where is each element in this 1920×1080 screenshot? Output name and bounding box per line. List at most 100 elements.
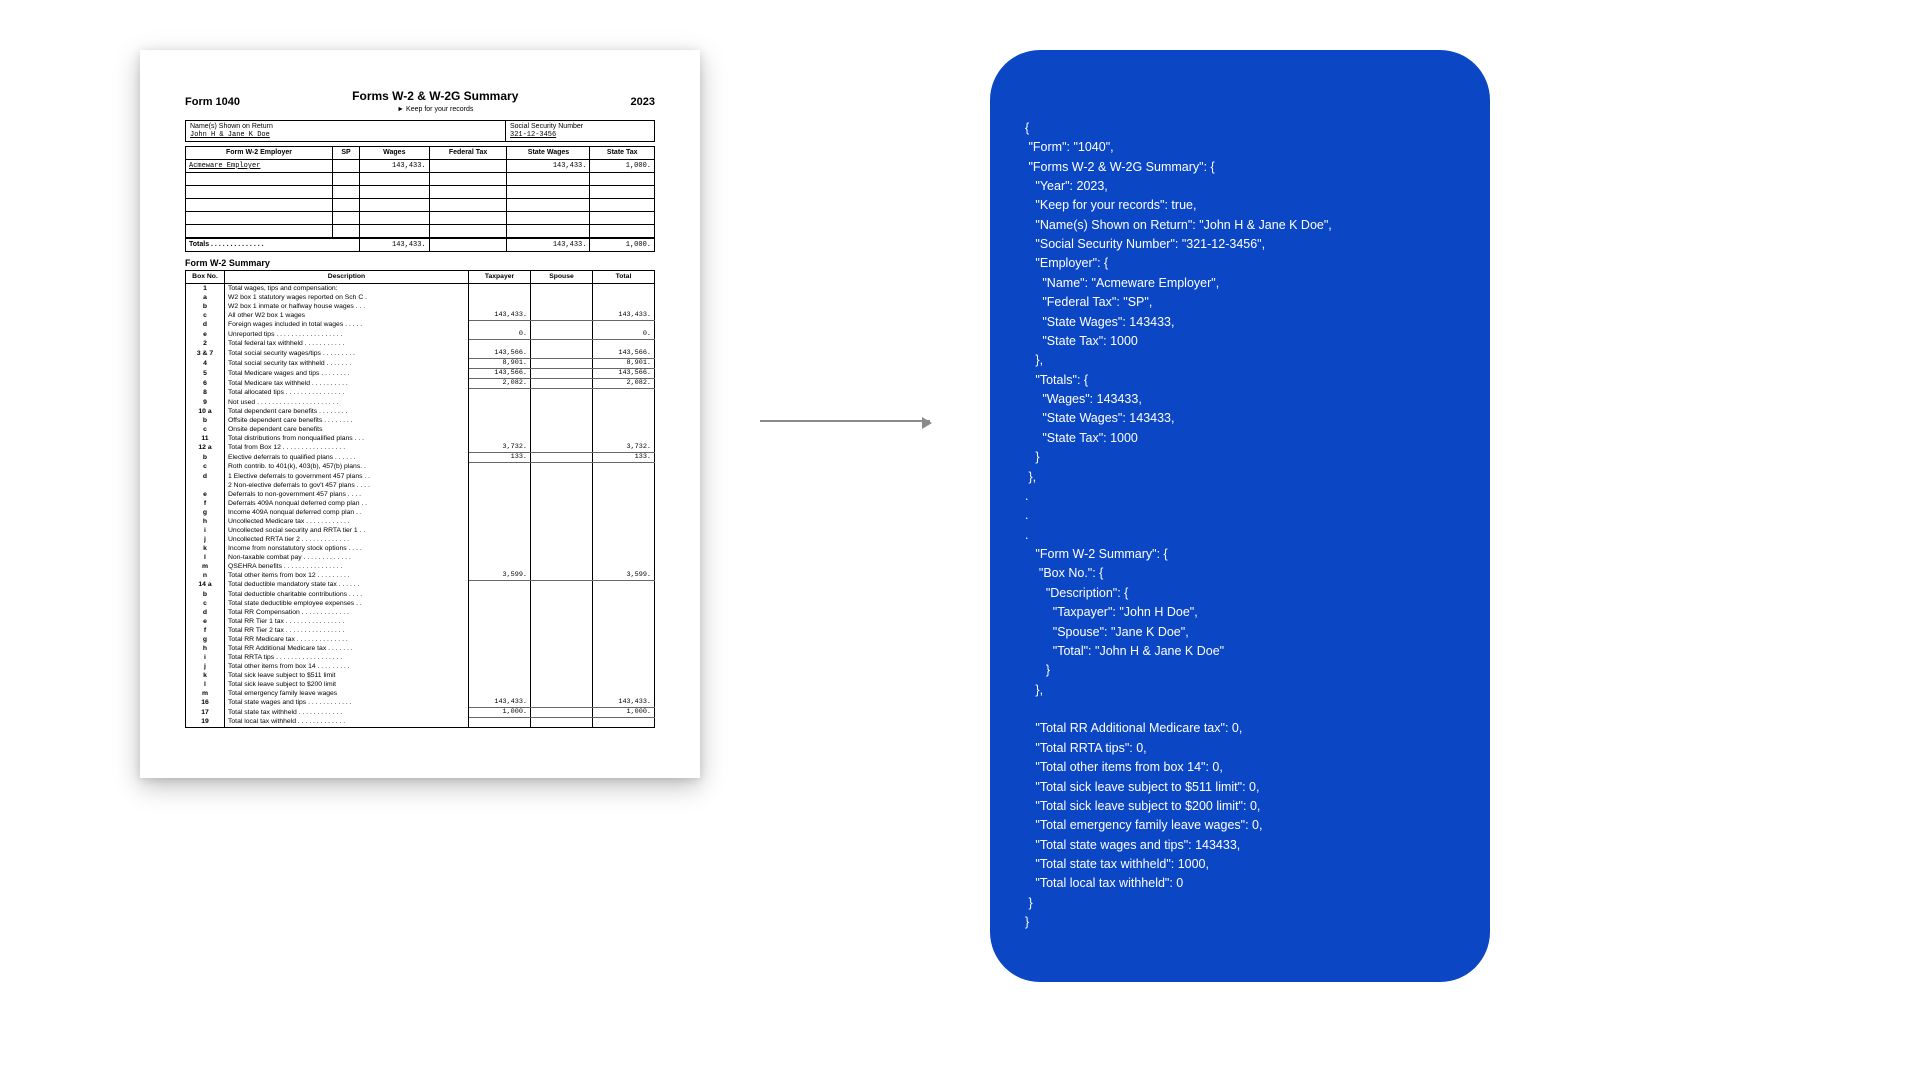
- table-row: nTotal other items from box 12 . . . . .…: [186, 571, 655, 581]
- cell-boxno: d: [186, 608, 225, 617]
- cell-spouse: [531, 608, 593, 617]
- cell-total: [593, 398, 655, 407]
- cell-total: [593, 581, 655, 591]
- cell-desc: Total social security tax withheld . . .…: [225, 359, 469, 369]
- cell-boxno: j: [186, 535, 225, 544]
- tot-fed: [429, 238, 507, 252]
- cell-spouse: [531, 293, 593, 302]
- cell-sp: [333, 159, 360, 172]
- form-document: Form 1040 Forms W-2 & W-2G Summary ► Kee…: [140, 50, 700, 778]
- cell-desc: Deferrals 409A nonqual deferred comp pla…: [225, 499, 469, 508]
- tot-sw: 143,433.: [507, 238, 590, 252]
- cell-desc: Total allocated tips . . . . . . . . . .…: [225, 389, 469, 399]
- cell-desc: QSEHRA benefits . . . . . . . . . . . . …: [225, 562, 469, 571]
- cell-desc: Unreported tips . . . . . . . . . . . . …: [225, 330, 469, 340]
- cell-spouse: [531, 653, 593, 662]
- cell-taxpayer: [469, 499, 531, 508]
- cell-taxpayer: [469, 653, 531, 662]
- cell-boxno: 14 a: [186, 581, 225, 591]
- cell-spouse: [531, 340, 593, 350]
- col-sp: SP: [333, 146, 360, 159]
- cell-total: 143,566.: [593, 349, 655, 359]
- cell-desc: Total sick leave subject to $511 limit: [225, 671, 469, 680]
- cell-taxpayer: 8,901.: [469, 359, 531, 369]
- cell-spouse: [531, 617, 593, 626]
- table-row: 2Total federal tax withheld . . . . . . …: [186, 340, 655, 350]
- table-row: bTotal deductible charitable contributio…: [186, 590, 655, 599]
- cell-total: [593, 718, 655, 728]
- json-output-card: { "Form": "1040", "Forms W-2 & W-2G Summ…: [990, 50, 1490, 982]
- table-row: eTotal RR Tier 1 tax . . . . . . . . . .…: [186, 617, 655, 626]
- cell-desc: Total social security wages/tips . . . .…: [225, 349, 469, 359]
- cell-boxno: 11: [186, 434, 225, 443]
- tot-st: 1,000.: [590, 238, 655, 252]
- cell-total: [593, 340, 655, 350]
- cell-total: [593, 321, 655, 331]
- cell-spouse: [531, 698, 593, 708]
- cell-taxpayer: [469, 617, 531, 626]
- cell-spouse: [531, 463, 593, 473]
- w2-employer-table: Form W-2 Employer SP Wages Federal Tax S…: [185, 146, 655, 252]
- col-spouse: Spouse: [531, 271, 593, 284]
- cell-total: [593, 302, 655, 311]
- cell-spouse: [531, 635, 593, 644]
- cell-spouse: [531, 425, 593, 434]
- cell-taxpayer: [469, 635, 531, 644]
- cell-total: [593, 689, 655, 698]
- cell-boxno: j: [186, 662, 225, 671]
- table-row: dTotal RR Compensation . . . . . . . . .…: [186, 608, 655, 617]
- cell-taxpayer: [469, 590, 531, 599]
- table-row: 12 aTotal from Box 12 . . . . . . . . . …: [186, 443, 655, 453]
- cell-spouse: [531, 571, 593, 581]
- cell-taxpayer: [469, 689, 531, 698]
- cell-taxpayer: 143,566.: [469, 369, 531, 379]
- cell-spouse: [531, 349, 593, 359]
- form-year: 2023: [631, 96, 655, 109]
- cell-taxpayer: [469, 416, 531, 425]
- cell-boxno: b: [186, 302, 225, 311]
- cell-spouse: [531, 453, 593, 463]
- summary-title: Form W-2 Summary: [185, 258, 655, 268]
- cell-boxno: d: [186, 472, 225, 481]
- cell-boxno: k: [186, 544, 225, 553]
- cell-total: [593, 562, 655, 571]
- cell-spouse: [531, 680, 593, 689]
- cell-boxno: h: [186, 517, 225, 526]
- table-row: 9Not used . . . . . . . . . . . . . . . …: [186, 398, 655, 407]
- cell-taxpayer: [469, 718, 531, 728]
- cell-taxpayer: 143,433.: [469, 311, 531, 321]
- table-row: eDeferrals to non-government 457 plans .…: [186, 490, 655, 499]
- cell-desc: Total deductible mandatory state tax . .…: [225, 581, 469, 591]
- cell-boxno: 19: [186, 718, 225, 728]
- cell-total: [593, 284, 655, 294]
- cell-boxno: i: [186, 653, 225, 662]
- table-row: 5Total Medicare wages and tips . . . . .…: [186, 369, 655, 379]
- table-row: dForeign wages included in total wages .…: [186, 321, 655, 331]
- cell-boxno: 10 a: [186, 407, 225, 416]
- cell-total: [593, 662, 655, 671]
- cell-taxpayer: [469, 284, 531, 294]
- cell-taxpayer: 3,732.: [469, 443, 531, 453]
- cell-taxpayer: [469, 293, 531, 302]
- cell-boxno: 8: [186, 389, 225, 399]
- table-row: fDeferrals 409A nonqual deferred comp pl…: [186, 499, 655, 508]
- col-employer: Form W-2 Employer: [186, 146, 333, 159]
- cell-boxno: n: [186, 571, 225, 581]
- cell-st: 1,000.: [590, 159, 655, 172]
- cell-total: [593, 293, 655, 302]
- col-wages: Wages: [360, 146, 430, 159]
- cell-spouse: [531, 689, 593, 698]
- totals-row: Totals . . . . . . . . . . . . . . 143,4…: [186, 238, 655, 252]
- cell-taxpayer: 3,599.: [469, 571, 531, 581]
- cell-spouse: [531, 321, 593, 331]
- table-row: 19Total local tax withheld . . . . . . .…: [186, 718, 655, 728]
- cell-desc: Total other items from box 14 . . . . . …: [225, 662, 469, 671]
- cell-boxno: 1: [186, 284, 225, 294]
- cell-total: [593, 617, 655, 626]
- table-row: 14 aTotal deductible mandatory state tax…: [186, 581, 655, 591]
- cell-total: [593, 490, 655, 499]
- table-row: 6Total Medicare tax withheld . . . . . .…: [186, 379, 655, 389]
- cell-boxno: f: [186, 626, 225, 635]
- cell-total: [593, 499, 655, 508]
- cell-boxno: g: [186, 635, 225, 644]
